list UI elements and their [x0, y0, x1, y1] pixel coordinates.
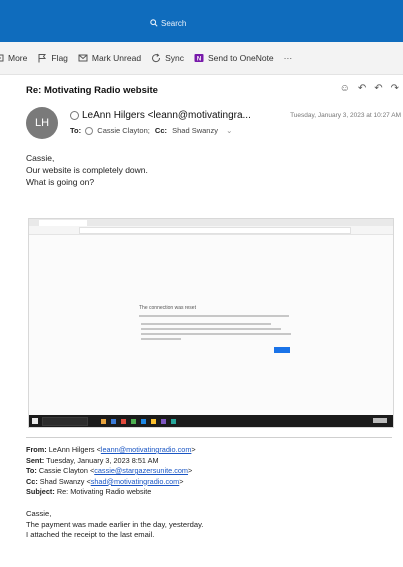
message-date: Tuesday, January 3, 2023 at 10:27 AM — [290, 112, 401, 119]
body-line: Our website is completely down. — [26, 165, 148, 175]
more-icon — [0, 54, 4, 62]
browser-url — [79, 227, 351, 234]
sender-name: LeAnn Hilgers <leann@motivatingra... — [82, 110, 251, 121]
quoted-header: From: LeAnn Hilgers <leann@motivatingrad… — [26, 445, 196, 498]
from-end: > — [191, 445, 196, 454]
send-to-onenote-label: Send to OneNote — [207, 53, 274, 63]
to-end: > — [188, 466, 193, 475]
message-actions: ☺ ↶ ↶ ↷ — [340, 83, 399, 94]
to-label: To: — [26, 466, 37, 475]
error-text-line — [141, 328, 281, 330]
message-body: Cassie, Our website is completely down. … — [26, 152, 148, 188]
to-label: To: — [70, 126, 82, 135]
flag-icon — [38, 54, 47, 63]
mark-unread-label: Mark Unread — [91, 53, 142, 63]
quoted-cc: Cc: Shad Swanzy <shad@motivatingradio.co… — [26, 477, 196, 488]
embedded-screenshot: The connection was reset — [28, 218, 394, 428]
body-line: Cassie, — [26, 153, 55, 163]
svg-text:N: N — [197, 57, 201, 63]
from-label: From: — [26, 445, 47, 454]
cc-name: Shad Swanzy < — [39, 476, 91, 486]
error-text-line — [141, 338, 181, 340]
flag-button[interactable]: Flag — [37, 53, 68, 63]
error-text-line — [141, 323, 271, 325]
taskbar-app-icon — [121, 419, 126, 424]
quoted-sent: Sent: Tuesday, January 3, 2023 8:51 AM — [26, 456, 196, 467]
to-recipient[interactable]: Cassie Clayton; — [97, 126, 150, 135]
mark-unread-button[interactable]: Mark Unread — [78, 53, 141, 63]
divider — [26, 437, 392, 438]
reply-all-icon[interactable]: ↶ — [374, 83, 382, 94]
flag-label: Flag — [51, 53, 68, 63]
taskbar-app-icon — [151, 419, 156, 424]
taskbar-app-icon — [161, 419, 166, 424]
subject-value: Re: Motivating Radio website — [56, 487, 152, 496]
taskbar-app-icon — [141, 419, 146, 424]
quoted-subject: Subject: Re: Motivating Radio website — [26, 487, 196, 498]
message-subject: Re: Motivating Radio website — [26, 85, 158, 96]
error-text-line — [141, 333, 291, 335]
cc-label: Cc: — [26, 476, 38, 486]
try-again-button — [274, 347, 290, 353]
from-name: LeAnn Hilgers < — [48, 445, 101, 454]
top-bar: Search — [0, 0, 403, 42]
browser-tab-bar — [29, 219, 393, 226]
emoji-icon[interactable]: ☺ — [340, 83, 350, 94]
search-box[interactable]: Search — [150, 15, 186, 31]
body-line: Cassie, — [26, 509, 52, 518]
sent-label: Sent: — [26, 455, 45, 465]
to-name: Cassie Clayton < — [38, 466, 95, 475]
taskbar-app-icon — [131, 419, 136, 424]
chevron-down-icon[interactable]: ⌄ — [226, 126, 232, 135]
taskbar-app-icon — [171, 419, 176, 424]
from-email-link[interactable]: leann@motivatingradio.com — [101, 445, 192, 454]
body-line: What is going on? — [26, 177, 95, 187]
cc-end: > — [179, 476, 184, 486]
overflow-button[interactable]: ··· — [284, 53, 293, 63]
taskbar-search — [42, 417, 88, 426]
avatar: LH — [26, 107, 58, 139]
recipients: To: Cassie Clayton; Cc: Shad Swanzy ⌄ — [70, 126, 232, 136]
send-to-onenote-button[interactable]: N Send to OneNote — [194, 53, 274, 63]
search-icon — [150, 19, 158, 27]
onenote-icon: N — [194, 54, 204, 63]
sender[interactable]: LeAnn Hilgers <leann@motivatingra... — [70, 110, 251, 121]
windows-icon — [32, 418, 38, 424]
error-text-line — [139, 315, 289, 317]
browser-address-bar — [29, 226, 393, 235]
sync-icon — [152, 53, 161, 63]
quoted-from: From: LeAnn Hilgers <leann@motivatingrad… — [26, 445, 196, 456]
subject-label: Subject: — [26, 487, 55, 496]
quoted-body: Cassie, The payment was made earlier in … — [26, 509, 203, 541]
taskbar-app-icon — [111, 419, 116, 424]
overflow-label: ··· — [283, 53, 293, 63]
sync-button[interactable]: Sync — [151, 53, 184, 63]
forward-icon[interactable]: ↷ — [391, 83, 399, 94]
taskbar — [29, 415, 393, 427]
presence-icon — [70, 110, 79, 120]
taskbar-clock — [373, 418, 387, 423]
presence-icon — [85, 127, 94, 136]
cc-recipient[interactable]: Shad Swanzy — [172, 126, 218, 135]
taskbar-app-icon — [101, 419, 106, 424]
body-line: I attached the receipt to the last email… — [26, 530, 155, 539]
more-label: More — [8, 53, 28, 63]
more-button[interactable]: More — [0, 53, 27, 63]
quoted-to: To: Cassie Clayton <cassie@stargazersuni… — [26, 466, 196, 477]
to-email-link[interactable]: cassie@stargazersunite.com — [94, 466, 188, 475]
body-line: The payment was made earlier in the day,… — [26, 519, 204, 529]
message-toolbar: More Flag Mark Unread Sync N Send to One… — [0, 42, 403, 75]
cc-email-link[interactable]: shad@motivatingradio.com — [91, 477, 180, 486]
error-title: The connection was reset — [139, 305, 196, 311]
cc-label: Cc: — [154, 126, 168, 135]
search-label: Search — [161, 18, 187, 28]
reply-icon[interactable]: ↶ — [358, 83, 366, 94]
sync-label: Sync — [165, 53, 184, 63]
sent-value: Tuesday, January 3, 2023 8:51 AM — [46, 455, 159, 465]
envelope-icon — [78, 54, 88, 62]
